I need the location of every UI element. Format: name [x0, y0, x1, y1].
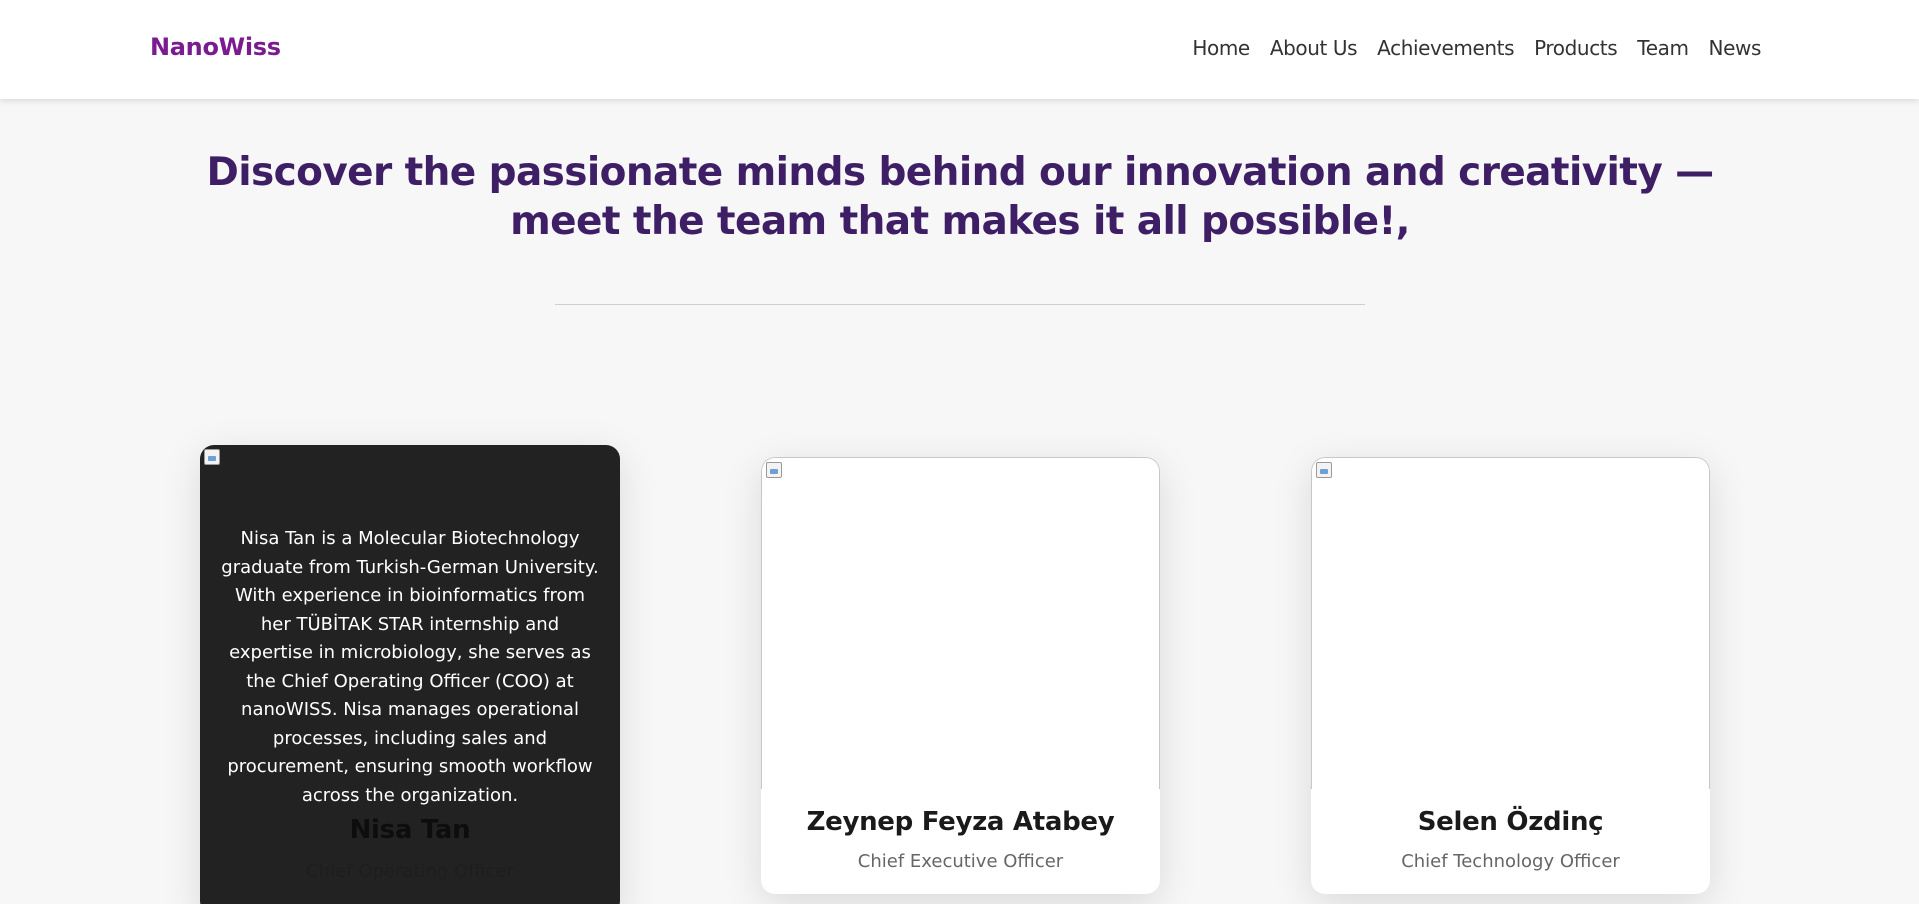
team-member-photo	[761, 457, 1160, 789]
nav-team[interactable]: Team	[1637, 36, 1689, 60]
team-member-role: Chief Technology Officer	[1401, 851, 1620, 872]
nav-about-us[interactable]: About Us	[1270, 36, 1358, 60]
team-member-role: Chief Operating Officer	[306, 861, 514, 882]
navbar: NanoWiss Home About Us Achievements Prod…	[0, 0, 1919, 99]
team-member-name: Zeynep Feyza Atabey	[806, 807, 1115, 837]
nav-achievements[interactable]: Achievements	[1377, 36, 1514, 60]
team-card-selen-ozdinc[interactable]: Selen Özdinç Chief Technology Officer	[1311, 457, 1710, 894]
team-member-bio: Nisa Tan is a Molecular Biotechnology gr…	[221, 528, 599, 806]
broken-image-icon	[204, 449, 220, 465]
team-member-name: Nisa Tan	[349, 815, 471, 845]
main-nav: Home About Us Achievements Products Team…	[1192, 36, 1761, 60]
nav-news[interactable]: News	[1709, 36, 1762, 60]
nav-home[interactable]: Home	[1192, 36, 1250, 60]
section-divider	[555, 304, 1365, 305]
team-card-nisa-tan[interactable]: Nisa Tan is a Molecular Biotechnology gr…	[200, 445, 620, 904]
broken-image-icon	[766, 462, 782, 478]
hero-title: Discover the passionate minds behind our…	[206, 150, 1714, 244]
team-member-photo	[1311, 457, 1710, 789]
broken-image-icon	[1316, 462, 1332, 478]
team-member-role: Chief Executive Officer	[857, 851, 1064, 872]
nav-products[interactable]: Products	[1534, 36, 1618, 60]
team-member-name: Selen Özdinç	[1417, 807, 1604, 837]
brand-logo[interactable]: NanoWiss	[150, 33, 281, 61]
team-card-zeynep-feyza-atabey[interactable]: Zeynep Feyza Atabey Chief Executive Offi…	[761, 457, 1160, 894]
